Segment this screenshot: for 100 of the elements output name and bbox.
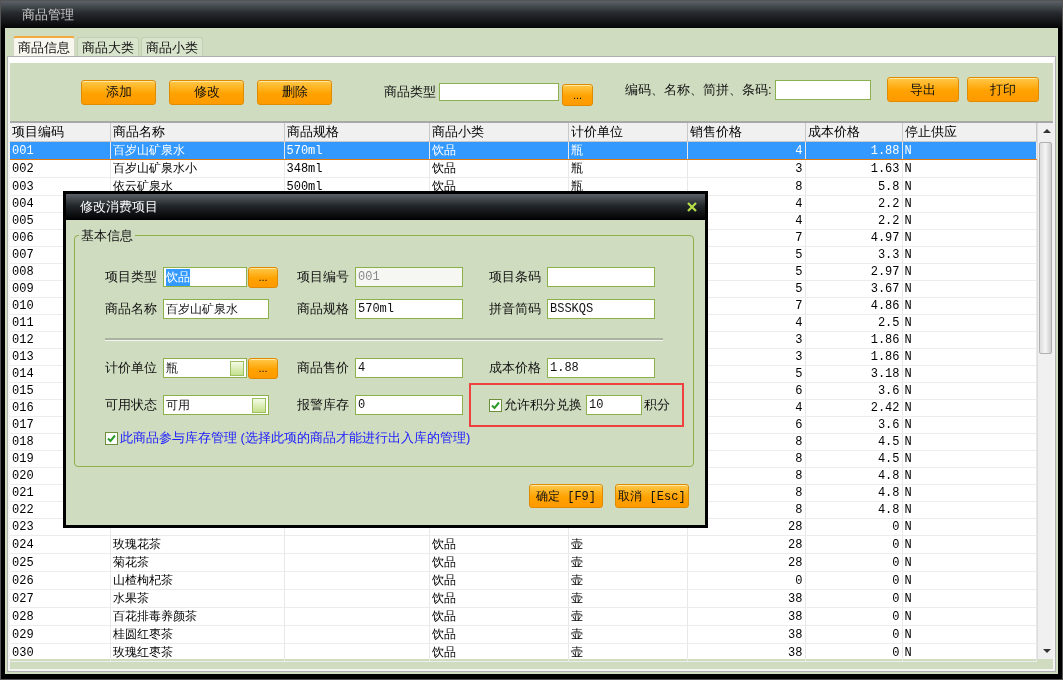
dropdown-icon[interactable]	[230, 360, 244, 376]
input-field[interactable]	[547, 267, 655, 287]
table-cell: 012	[12, 333, 34, 347]
dropdown-icon[interactable]	[252, 397, 266, 413]
input-field[interactable]: 0	[355, 395, 463, 415]
table-cell: N	[904, 591, 912, 606]
table-cell: 饮品	[431, 610, 456, 624]
input-field[interactable]: 可用	[163, 395, 269, 415]
input-field[interactable]: BSSKQS	[547, 299, 655, 319]
table-cell: 7	[795, 231, 803, 245]
toolbar-button[interactable]: 删除	[257, 79, 332, 105]
table-row[interactable]: 002 百岁山矿泉水小 348ml 饮品 瓶 3 1.63 N	[10, 159, 1036, 178]
table-row[interactable]: 025 菊花茶 饮品 壶 28 0 N	[10, 553, 1036, 572]
checkbox[interactable]	[489, 398, 502, 412]
table-cell: 38	[788, 609, 803, 624]
input-field[interactable]: 570ml	[355, 299, 463, 319]
table-cell: N	[904, 609, 912, 624]
toolbar-button[interactable]: 添加	[81, 79, 156, 105]
table-cell: 4	[795, 214, 803, 228]
table-row[interactable]: 028 百花排毒养颜茶 饮品 壶 38 0 N	[10, 607, 1036, 626]
dialog-button[interactable]: 确定 [F9]	[529, 484, 603, 508]
table-cell: 024	[12, 537, 34, 552]
table-cell: 6	[795, 384, 803, 398]
table-cell: 菊花茶	[112, 556, 149, 570]
table-cell: 4.8	[877, 486, 900, 500]
table-cell: N	[904, 384, 912, 398]
table-cell: 百岁山矿泉水	[112, 144, 185, 158]
checkbox[interactable]	[105, 431, 118, 445]
browse-button[interactable]: ...	[248, 266, 278, 288]
input-field[interactable]: 4	[355, 358, 463, 378]
table-cell: 030	[12, 645, 34, 660]
column-header[interactable]: 商品名称	[110, 123, 284, 142]
group-title: 基本信息	[79, 227, 135, 245]
table-cell: N	[904, 197, 912, 211]
table-cell: 3	[795, 350, 803, 364]
column-header[interactable]: 停止供应	[902, 123, 1036, 142]
tab[interactable]: 商品小类	[141, 37, 203, 57]
column-header[interactable]: 计价单位	[568, 123, 687, 142]
table-cell: 0	[892, 520, 900, 534]
table-cell: 016	[12, 401, 34, 415]
table-cell: 029	[12, 627, 34, 642]
column-header[interactable]: 成本价格	[805, 123, 902, 142]
column-header[interactable]: 项目编码	[10, 123, 110, 142]
table-cell: N	[904, 231, 912, 245]
table-cell: 饮品	[431, 180, 456, 194]
table-cell: 壶	[570, 538, 583, 552]
search-field[interactable]	[774, 79, 871, 100]
table-cell: N	[904, 573, 912, 588]
close-icon[interactable]	[687, 202, 697, 212]
table-cell: N	[904, 299, 912, 313]
table-cell: 017	[12, 418, 34, 432]
browse-button[interactable]: ...	[248, 357, 278, 379]
table-cell: 009	[12, 282, 34, 296]
table-cell: 3	[795, 161, 803, 176]
table-cell: 5	[795, 282, 803, 296]
input-field[interactable]: 百岁山矿泉水	[163, 299, 269, 319]
table-row[interactable]: 030 玫瑰红枣茶 饮品 壶 38 0 N	[10, 643, 1036, 662]
table-cell: 38	[788, 627, 803, 642]
table-row[interactable]: 029 桂圆红枣茶 饮品 壶 38 0 N	[10, 625, 1036, 644]
table-cell: 4.8	[877, 469, 900, 483]
table-cell: 饮品	[431, 162, 456, 176]
table-cell: 水果茶	[112, 592, 149, 606]
table-cell: N	[904, 520, 912, 534]
tab[interactable]: 商品大类	[77, 37, 139, 57]
table-cell: 0	[892, 627, 900, 642]
type-field[interactable]	[439, 83, 559, 101]
column-header[interactable]: 销售价格	[687, 123, 805, 142]
table-cell: 0	[892, 591, 900, 606]
input-field[interactable]: 1.88	[547, 358, 655, 378]
table-cell: 依云矿泉水	[112, 180, 173, 194]
table-cell: 023	[12, 520, 34, 534]
table-row[interactable]: 026 山楂枸杞茶 饮品 壶 0 0 N	[10, 571, 1036, 590]
table-cell: 桂圆红枣茶	[112, 628, 173, 642]
table-cell: 饮品	[431, 592, 456, 606]
browse-button[interactable]: ...	[562, 84, 593, 106]
column-header[interactable]: 商品规格	[284, 123, 429, 142]
tab[interactable]: 商品信息	[13, 36, 75, 57]
table-cell: 008	[12, 265, 34, 279]
input-field[interactable]: 瓶	[163, 358, 247, 378]
table-cell: N	[904, 214, 912, 228]
table-cell: N	[904, 248, 912, 262]
toolbar-button[interactable]: 打印	[966, 77, 1039, 102]
table-row[interactable]: 024 玫瑰花茶 饮品 壶 28 0 N	[10, 535, 1036, 554]
input-field[interactable]: 10	[586, 395, 642, 415]
table-cell: 28	[788, 555, 803, 570]
table-cell: 3.6	[877, 384, 900, 398]
table-cell: 瓶	[570, 144, 583, 158]
toolbar-button[interactable]: 导出	[886, 77, 959, 102]
table-cell: N	[904, 401, 912, 415]
table-cell: 002	[12, 161, 34, 176]
table-row[interactable]: 027 水果茶 饮品 壶 38 0 N	[10, 589, 1036, 608]
table-cell: 壶	[570, 628, 583, 642]
table-cell: 2.42	[870, 401, 900, 415]
table-cell: 8	[795, 503, 803, 517]
column-header[interactable]: 商品小类	[429, 123, 568, 142]
toolbar-button[interactable]: 修改	[169, 79, 244, 105]
table-cell: 0	[892, 609, 900, 624]
table-cell: 0	[892, 537, 900, 552]
dialog-button[interactable]: 取消 [Esc]	[615, 484, 689, 508]
table-cell: 28	[788, 520, 803, 534]
